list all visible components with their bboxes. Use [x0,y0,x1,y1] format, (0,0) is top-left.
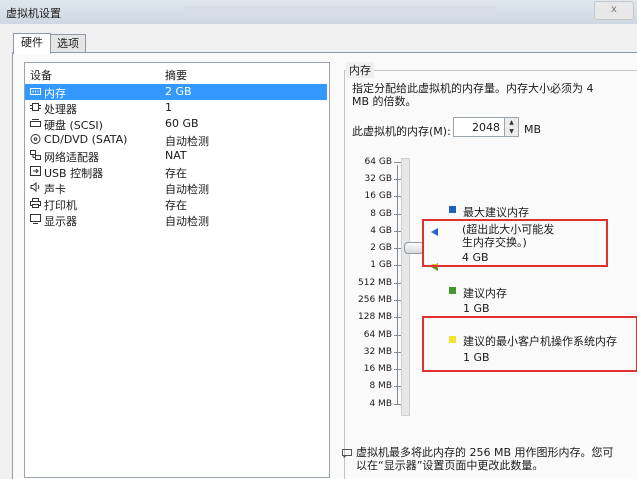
cd-dvd-icon [30,134,41,144]
scale-mark [394,317,401,318]
memory-field-label: 此虚拟机的内存(M): [352,125,451,138]
device-row-printer[interactable]: 打印机 存在 [25,196,327,212]
device-row-display[interactable]: 显示器 自动检测 [25,212,327,228]
device-row-network-adapter[interactable]: 网络适配器 NAT [25,148,327,164]
info-icon [342,448,352,459]
scale-tick: 2 GB [370,243,392,253]
scale-tick: 64 GB [364,157,392,167]
usb-icon [30,166,41,176]
device-name: CD/DVD (SATA) [44,133,128,146]
memory-description: 指定分配给此虚拟机的内存量。内存大小必须为 4 MB 的倍数。 [352,82,594,108]
scale-mark [394,248,401,249]
scale-mark [394,214,401,215]
scale-tick: 512 MB [358,278,392,288]
device-summary: 存在 [165,167,187,180]
display-icon [30,214,41,224]
scale-mark [394,231,401,232]
speaker-icon [30,182,41,192]
memory-icon [30,86,41,96]
device-row-memory[interactable]: 内存 2 GB [25,84,327,100]
scale-mark [394,386,401,387]
scale-tick: 4 MB [369,399,392,409]
scale-tick: 8 GB [370,209,392,219]
close-button[interactable]: x [594,1,634,20]
scale-tick: 4 GB [370,226,392,236]
scale-mark [394,196,401,197]
scale-tick: 32 GB [364,174,392,184]
scale-mark [394,265,401,266]
window-title: 虚拟机设置 [6,7,61,20]
scale-mark [394,162,401,163]
column-summary[interactable]: 摘要 [165,67,187,83]
device-summary: 自动检测 [165,183,209,196]
minimum-legend-title: 建议的最小客户机操作系统内存 [463,335,617,348]
memory-slider-thumb[interactable] [404,242,424,254]
scale-mark [394,179,401,180]
minimum-legend-value: 1 GB [463,351,490,364]
device-name: 网络适配器 [44,151,99,164]
device-row-usb[interactable]: USB 控制器 存在 [25,164,327,180]
scale-tick: 16 MB [363,364,392,374]
device-name: 内存 [44,87,66,100]
scale-mark [394,300,401,301]
memory-unit: MB [524,123,542,136]
device-name: 声卡 [44,183,66,196]
device-row-hard-disk[interactable]: 硬盘 (SCSI) 60 GB [25,116,327,132]
device-summary: 自动检测 [165,135,209,148]
scale-tick: 1 GB [370,260,392,270]
max-legend-value: 4 GB [462,251,489,264]
network-adapter-icon [30,150,41,160]
device-name: 硬盘 (SCSI) [44,119,103,132]
device-list[interactable]: 设备 摘要 内存 2 GB 处理器 1 硬盘 (SCSI) 60 GB CD/D… [24,62,330,478]
recommended-legend-title: 建议内存 [463,287,507,300]
device-row-processor[interactable]: 处理器 1 [25,100,327,116]
scale-tick: 32 MB [363,347,392,357]
device-summary: 存在 [165,199,187,212]
recommended-legend-value: 1 GB [463,302,490,315]
device-summary: 1 [165,101,172,114]
memory-slider-track[interactable] [401,158,410,416]
device-name: 处理器 [44,103,77,116]
device-summary: 60 GB [165,117,199,130]
device-row-sound-card[interactable]: 声卡 自动检测 [25,180,327,196]
printer-icon [30,198,41,208]
scale-mark [394,283,401,284]
processor-icon [30,102,41,112]
graphics-memory-note: 虚拟机最多将此内存的 256 MB 用作图形内存。您可以在“显示器”设置页面中更… [356,446,614,472]
max-legend-note: (超出此大小可能发生内存交换。) [462,223,555,249]
device-summary: NAT [165,149,187,162]
scale-tick: 128 MB [358,312,392,322]
spin-up-icon[interactable]: ▲ [505,118,518,127]
device-name: 显示器 [44,215,77,228]
scale-mark [394,404,401,405]
title-bar-blur [185,6,495,15]
scale-tick: 16 GB [364,191,392,201]
device-list-header: 设备 摘要 [25,63,329,83]
device-summary: 自动检测 [165,215,209,228]
spin-down-icon[interactable]: ▼ [505,127,518,136]
max-legend-title: 最大建议内存 [463,206,529,219]
device-name: 打印机 [44,199,77,212]
device-name: USB 控制器 [44,167,104,180]
device-row-cd-dvd[interactable]: CD/DVD (SATA) 自动检测 [25,132,327,148]
device-summary: 2 GB [165,85,192,98]
scale-mark [394,352,401,353]
minimum-legend-swatch [449,336,456,343]
title-bar: 虚拟机设置 x [0,0,637,24]
hard-disk-icon [30,118,41,128]
max-legend-swatch [449,206,456,213]
scale-tick: 8 MB [369,381,392,391]
scale-mark [394,369,401,370]
memory-group-title: 内存 [346,62,374,78]
tab-hardware[interactable]: 硬件 [13,33,51,54]
tab-options[interactable]: 选项 [50,34,86,53]
memory-spinner[interactable]: ▲ ▼ [505,117,519,137]
memory-size-input[interactable]: 2048 [453,117,505,137]
recommended-legend-swatch [449,287,456,294]
scale-mark [394,335,401,336]
scale-tick: 64 MB [363,330,392,340]
column-device[interactable]: 设备 [30,67,52,83]
scale-tick: 256 MB [358,295,392,305]
